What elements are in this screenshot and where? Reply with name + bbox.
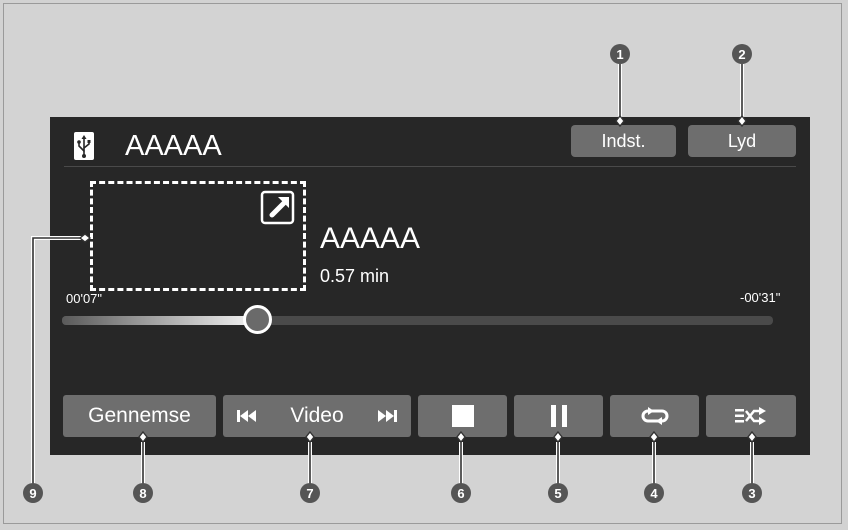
callout-9: 9	[23, 483, 43, 503]
callout-2: 2	[732, 44, 752, 64]
svg-text:6: 6	[457, 486, 464, 501]
callout-markers: 1 2 3 4 5 6 7 8 9	[23, 44, 762, 503]
svg-text:8: 8	[139, 486, 146, 501]
svg-text:7: 7	[306, 486, 313, 501]
callout-6: 6	[451, 483, 471, 503]
callout-7: 7	[300, 483, 320, 503]
svg-text:9: 9	[29, 486, 36, 501]
callout-5: 5	[548, 483, 568, 503]
svg-text:3: 3	[748, 486, 755, 501]
callout-3: 3	[742, 483, 762, 503]
svg-text:4: 4	[650, 486, 658, 501]
callout-1: 1	[610, 44, 630, 64]
callout-8: 8	[133, 483, 153, 503]
svg-text:2: 2	[738, 47, 745, 62]
svg-text:5: 5	[554, 486, 561, 501]
svg-text:1: 1	[616, 47, 623, 62]
callout-4: 4	[644, 483, 664, 503]
